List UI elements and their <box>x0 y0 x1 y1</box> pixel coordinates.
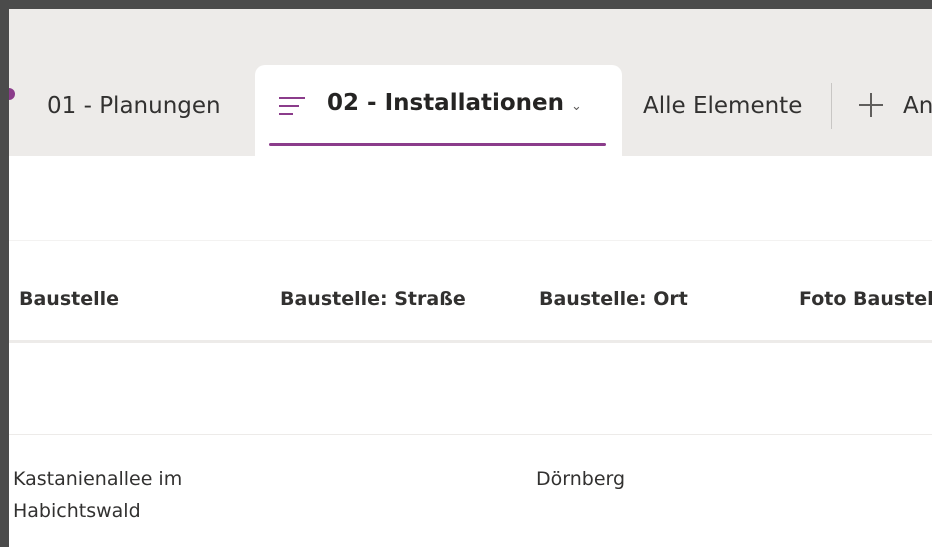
column-header-foto[interactable]: Foto Baustel <box>799 288 932 310</box>
view-tab-bar: 01 - Planungen 02 - Installationen ⌄ All… <box>9 9 932 165</box>
tab-divider <box>831 83 832 129</box>
add-view-label[interactable]: An <box>903 93 932 119</box>
plus-icon[interactable] <box>859 93 883 117</box>
menu-lines-icon <box>279 94 305 118</box>
cell-ort: Dörnberg <box>536 468 626 490</box>
table-header-row: Baustelle Baustelle: Straße Baustelle: O… <box>9 240 932 343</box>
accent-dot <box>9 88 15 100</box>
chevron-down-icon[interactable]: ⌄ <box>571 99 582 114</box>
cell-baustelle-line2: Habichtswald <box>13 500 141 522</box>
window-frame-top <box>0 0 932 9</box>
app-window: 01 - Planungen 02 - Installationen ⌄ All… <box>9 9 932 547</box>
tab-installationen-label: 02 - Installationen <box>327 90 565 116</box>
window-frame-left <box>0 0 9 547</box>
list-content: Baustelle Baustelle: Straße Baustelle: O… <box>9 156 932 547</box>
column-header-ort[interactable]: Baustelle: Ort <box>539 288 688 310</box>
row-separator <box>9 434 932 435</box>
column-header-baustelle[interactable]: Baustelle <box>19 288 119 310</box>
active-tab-indicator <box>269 143 606 146</box>
tab-planungen[interactable]: 01 - Planungen <box>47 93 221 119</box>
cell-baustelle-line1: Kastanienallee im <box>13 468 183 490</box>
tab-installationen[interactable]: 02 - Installationen ⌄ <box>255 65 622 165</box>
column-header-strasse[interactable]: Baustelle: Straße <box>280 288 466 310</box>
table-row[interactable]: Kastanienallee im Habichtswald <box>13 463 182 527</box>
tab-alle-elemente[interactable]: Alle Elemente <box>643 93 802 119</box>
